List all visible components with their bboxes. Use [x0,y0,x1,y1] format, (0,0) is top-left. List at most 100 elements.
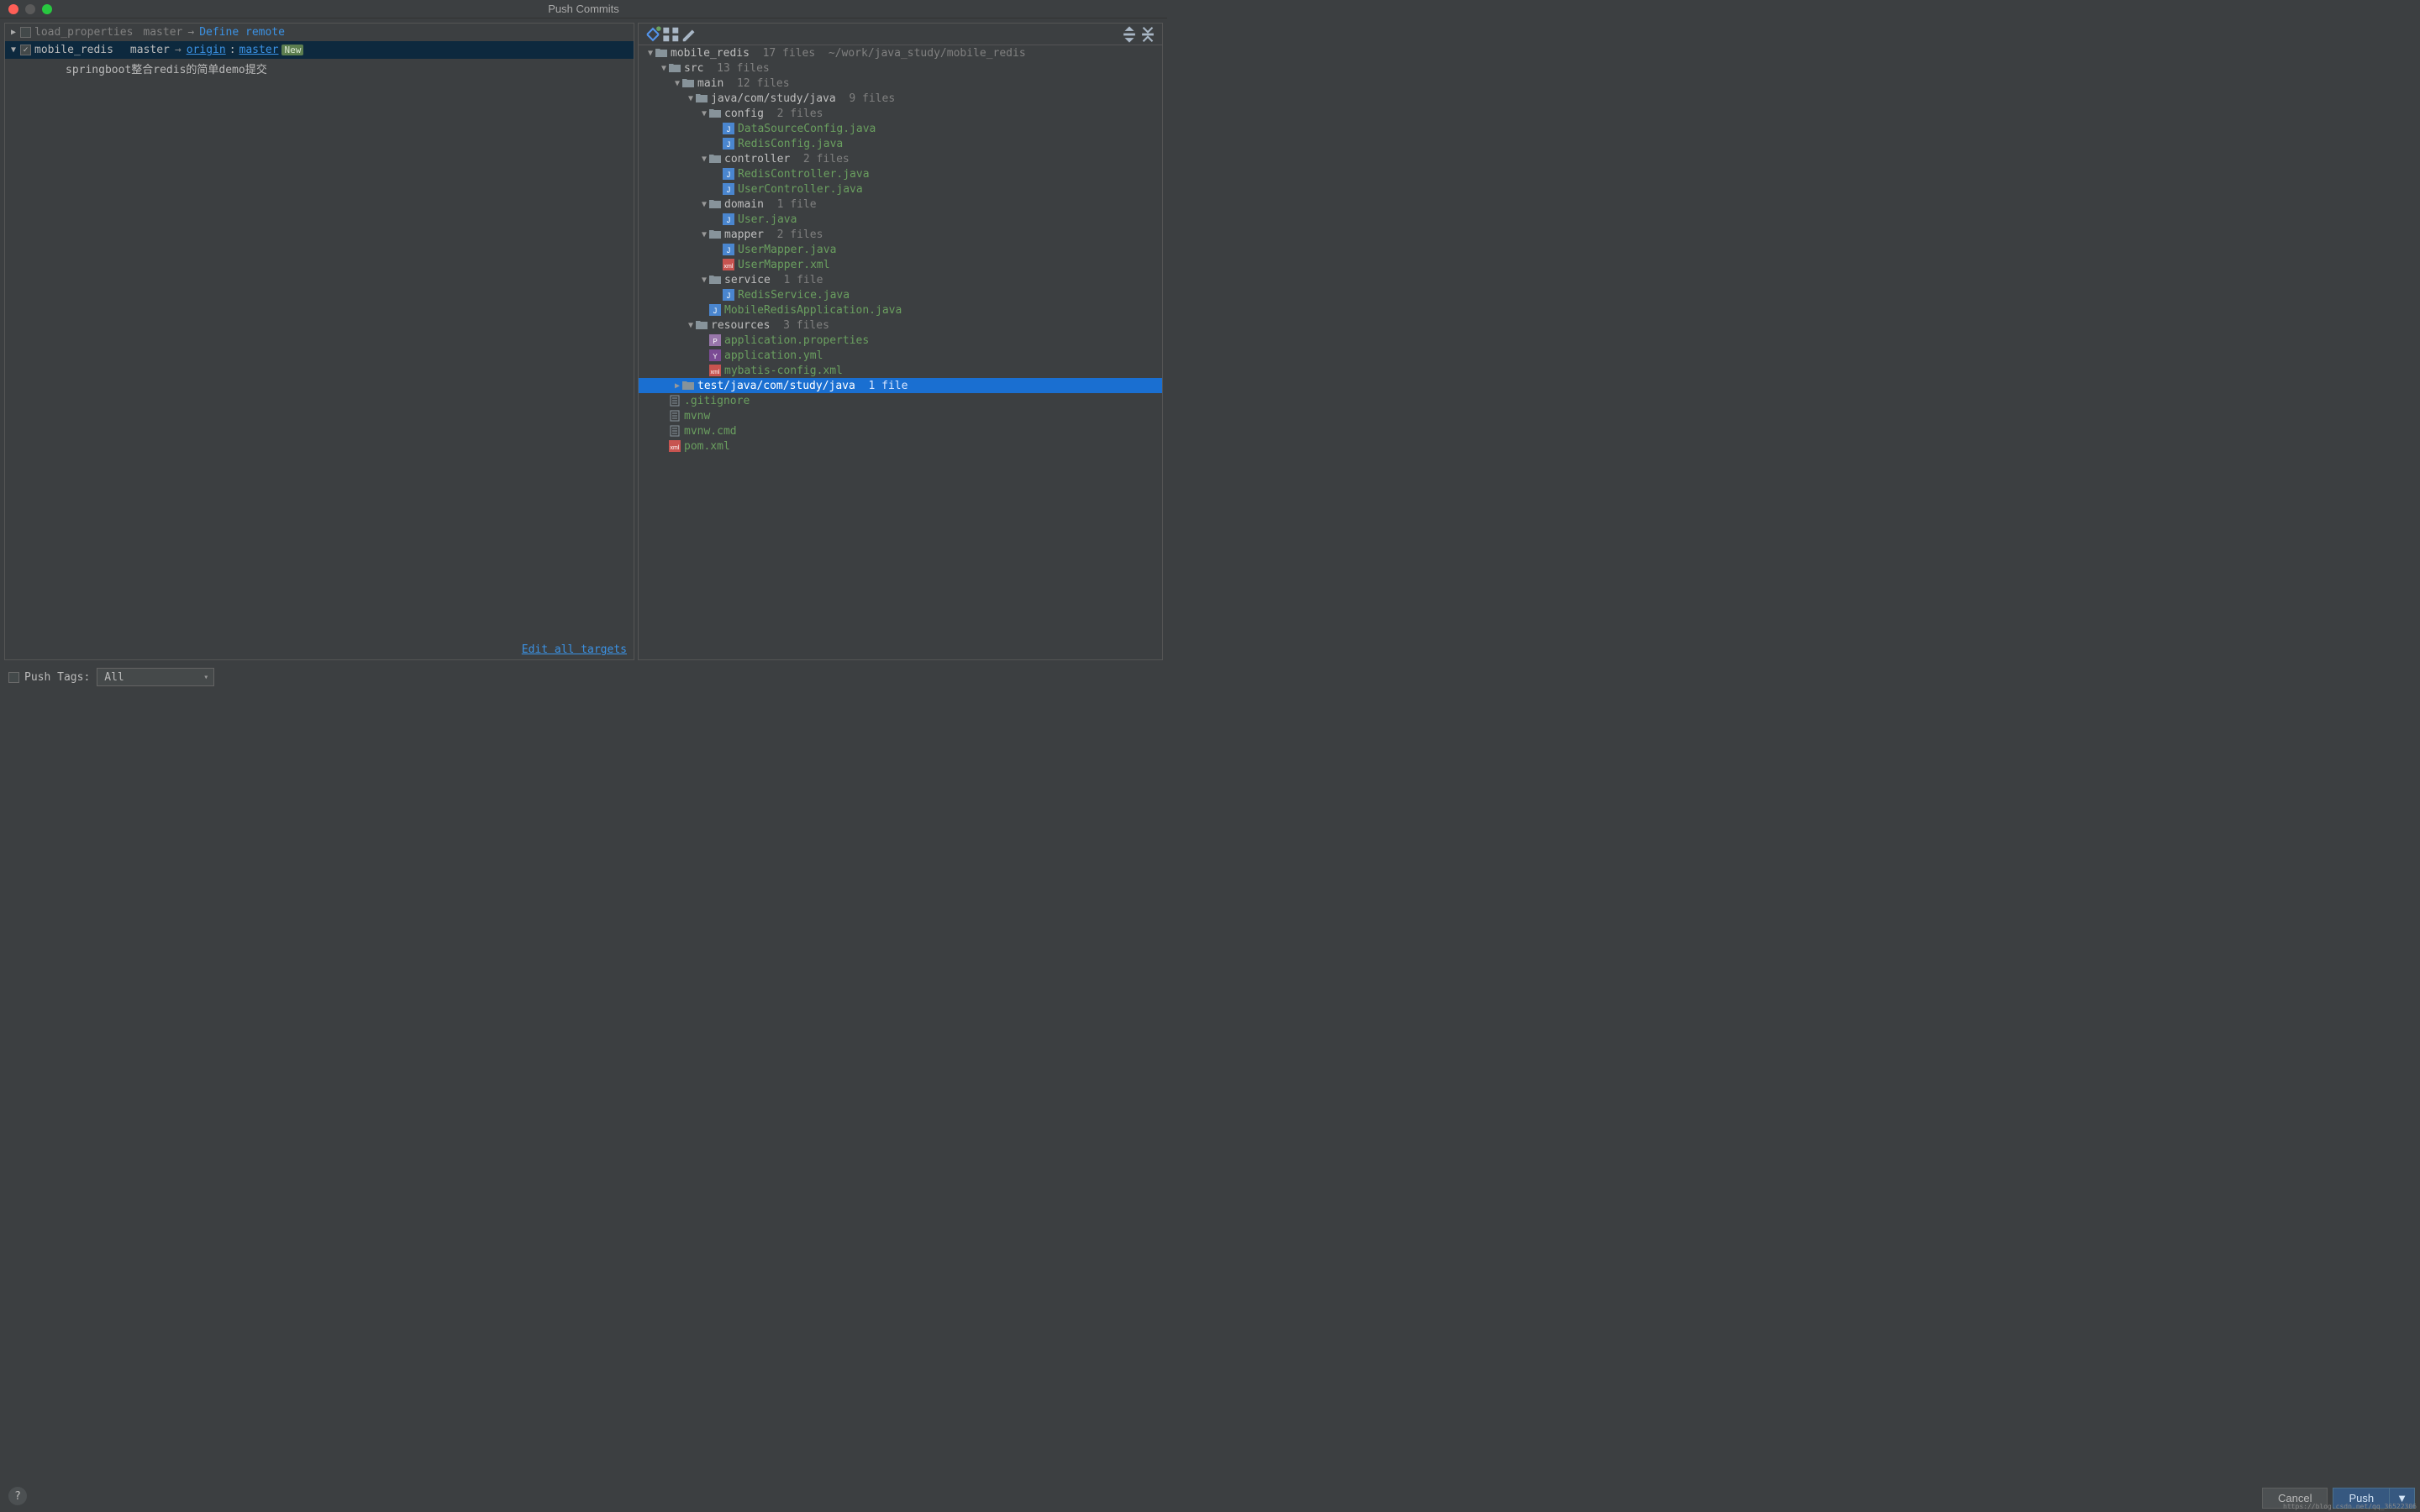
tree-node-name: controller [724,153,790,165]
help-button[interactable]: ? [8,1487,27,1505]
tree-node-name: application.properties [724,334,869,347]
tree-node-count: 2 files [764,108,823,120]
define-remote-link[interactable]: Define remote [199,26,285,39]
group-icon[interactable] [662,27,681,42]
tree-row[interactable]: Yapplication.yml [639,348,1162,363]
tree-row[interactable]: .gitignore [639,393,1162,408]
svg-text:J: J [727,140,731,149]
tree-node-count: 17 files [750,47,815,60]
tree-expand-icon[interactable]: ▼ [699,155,709,164]
tree-row[interactable]: ▼src 13 files [639,60,1162,76]
folder-icon [709,108,721,119]
tree-expand-icon[interactable]: ▼ [645,49,655,58]
tree-row[interactable]: mvnw.cmd [639,423,1162,438]
tree-expand-icon[interactable]: ▼ [699,109,709,118]
expand-all-icon[interactable] [1120,27,1139,42]
tree-row[interactable]: ▼controller 2 files [639,151,1162,166]
tree-node-count: 3 files [770,319,829,332]
repo-row-load-properties[interactable]: ▶ load_properties master → Define remote [5,24,634,41]
tree-node-name: src [684,62,703,75]
tree-row[interactable]: ▼main 12 files [639,76,1162,91]
tree-row[interactable]: ▼resources 3 files [639,318,1162,333]
folder-icon [682,77,694,89]
window-title: Push Commits [548,3,619,15]
tree-row[interactable]: ▼config 2 files [639,106,1162,121]
tree-row[interactable]: JRedisService.java [639,287,1162,302]
files-panel: ▼mobile_redis 17 files ~/work/java_study… [638,23,1163,660]
main-area: ▶ load_properties master → Define remote… [0,18,1167,660]
colon: : [229,44,236,56]
tree-row[interactable]: ▼domain 1 file [639,197,1162,212]
tree-row[interactable]: mvnw [639,408,1162,423]
push-tags-dropdown[interactable]: All [97,668,214,686]
repo-checkbox[interactable] [20,45,31,55]
file-icon: J [723,213,734,225]
file-icon: xml [709,365,721,376]
tree-row[interactable]: ▼service 1 file [639,272,1162,287]
remote-branch-link[interactable]: master [239,44,279,56]
tree-node-name: .gitignore [684,395,750,407]
tree-expand-icon[interactable]: ▼ [672,79,682,88]
file-icon: J [723,183,734,195]
tree-row[interactable]: xmlUserMapper.xml [639,257,1162,272]
tree-row[interactable]: ▼ java/com/study/java 9 files [639,91,1162,106]
file-icon: J [723,289,734,301]
tree-row[interactable]: xmlpom.xml [639,438,1162,454]
tree-row[interactable]: JDataSourceConfig.java [639,121,1162,136]
tree-row[interactable]: JMobileRedisApplication.java [639,302,1162,318]
files-toolbar [639,24,1162,45]
tree-expand-icon[interactable]: ▼ [686,94,696,103]
maximize-window-icon[interactable] [42,4,52,14]
tree-node-name: service [724,274,771,286]
close-window-icon[interactable] [8,4,18,14]
commit-message[interactable]: springboot整合redis的简单demo提交 [5,59,634,78]
tree-node-name: test/java/com/study/java [697,380,855,392]
push-tags-checkbox[interactable] [8,672,19,683]
tree-expand-icon[interactable]: ▶ [672,381,682,391]
tree-expand-icon[interactable]: ▼ [659,64,669,73]
tree-row[interactable]: Papplication.properties [639,333,1162,348]
diff-icon[interactable] [644,27,662,42]
tree-row[interactable]: J User.java [639,212,1162,227]
edit-icon[interactable] [681,27,699,42]
arrow-icon: → [187,26,194,39]
folder-icon [696,92,708,104]
folder-icon [709,228,721,240]
repo-row-mobile-redis[interactable]: ▼ mobile_redis master → origin : master … [5,41,634,59]
tree-node-name: mvnw.cmd [684,425,737,438]
tree-row[interactable]: ▼mapper 2 files [639,227,1162,242]
repo-list: ▶ load_properties master → Define remote… [5,24,634,640]
tree-node-name: java/com/study/java [711,92,836,105]
tree-row[interactable]: ▶test/java/com/study/java 1 file [639,378,1162,393]
remote-origin-link[interactable]: origin [187,44,226,56]
folder-icon [696,319,708,331]
tree-expand-icon[interactable]: ▼ [699,230,709,239]
tree-row[interactable]: ▼mobile_redis 17 files ~/work/java_study… [639,45,1162,60]
tree-node-name: pom.xml [684,440,730,453]
tree-node-name: User.java [738,213,797,226]
repo-checkbox[interactable] [20,27,31,38]
file-icon [669,425,681,437]
tree-row[interactable]: JUserController.java [639,181,1162,197]
tree-node-name: RedisConfig.java [738,138,843,150]
tree-row[interactable]: JUserMapper.java [639,242,1162,257]
expand-icon[interactable]: ▼ [8,45,18,55]
push-tags-value: All [104,671,124,684]
tree-row[interactable]: JRedisController.java [639,166,1162,181]
tree-node-count: 9 files [836,92,895,105]
file-icon: xml [723,259,734,270]
expand-icon[interactable]: ▶ [8,28,18,37]
collapse-all-icon[interactable] [1139,27,1157,42]
file-icon: J [723,123,734,134]
edit-all-targets-link[interactable]: Edit all targets [5,640,634,659]
file-icon: J [709,304,721,316]
tree-expand-icon[interactable]: ▼ [686,321,696,330]
tree-node-name: MobileRedisApplication.java [724,304,902,317]
file-tree[interactable]: ▼mobile_redis 17 files ~/work/java_study… [639,45,1162,659]
tree-expand-icon[interactable]: ▼ [699,276,709,285]
titlebar: Push Commits [0,0,1167,18]
file-icon: xml [669,440,681,452]
tree-row[interactable]: xmlmybatis-config.xml [639,363,1162,378]
tree-expand-icon[interactable]: ▼ [699,200,709,209]
tree-row[interactable]: J RedisConfig.java [639,136,1162,151]
